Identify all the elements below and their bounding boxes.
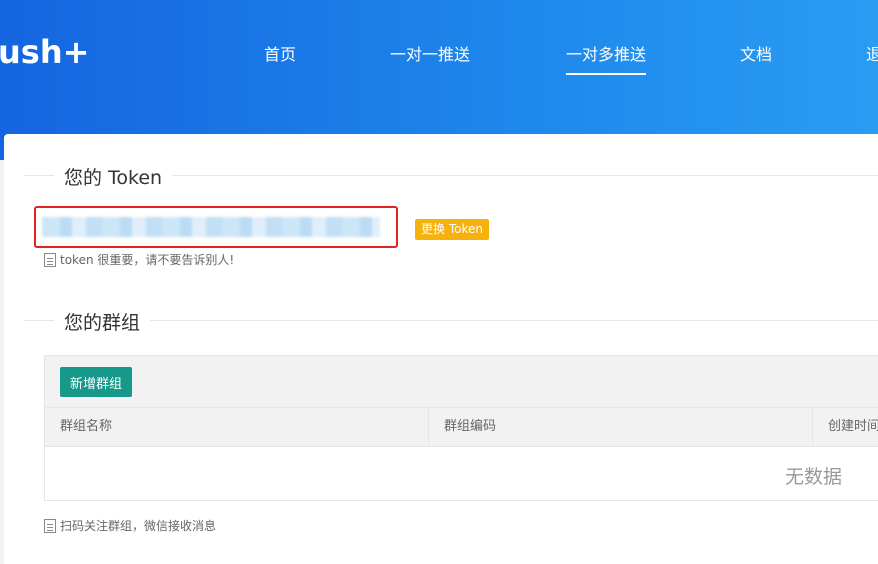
token-section-title: 您的 Token xyxy=(54,163,173,190)
nav-docs[interactable]: 文档 xyxy=(740,41,772,65)
table-empty-text: 无数据 xyxy=(785,466,843,488)
token-value-box[interactable] xyxy=(34,206,398,248)
token-value-blurred xyxy=(42,217,380,237)
column-group-name[interactable]: 群组名称 xyxy=(45,408,429,446)
change-token-button[interactable]: 更换 Token xyxy=(415,219,489,240)
table-toolbar: 新增群组 xyxy=(45,356,878,408)
group-table: 新增群组 群组名称 群组编码 创建时间 无数据 xyxy=(44,355,878,501)
token-hint: token 很重要，请不要告诉别人! xyxy=(44,251,234,268)
note-icon xyxy=(44,252,56,267)
group-section-title: 您的群组 xyxy=(54,308,151,335)
column-group-code[interactable]: 群组编码 xyxy=(429,408,813,446)
column-created-time[interactable]: 创建时间 xyxy=(813,408,878,446)
nav-logout[interactable]: 退 xyxy=(866,41,878,65)
group-section-divider: 您的群组 xyxy=(24,308,878,335)
table-header: 群组名称 群组编码 创建时间 xyxy=(45,408,878,447)
nav-home[interactable]: 首页 xyxy=(264,41,296,65)
main-card: 您的 Token 更换 Token token 很重要，请不要告诉别人! 您的群… xyxy=(4,134,878,564)
token-section-divider: 您的 Token xyxy=(24,163,878,190)
nav-one-to-many-push[interactable]: 一对多推送 xyxy=(566,41,647,75)
group-hint-text: 扫码关注群组，微信接收消息 xyxy=(60,519,217,533)
add-group-button[interactable]: 新增群组 xyxy=(60,367,133,397)
app-logo[interactable]: ush+ xyxy=(0,33,89,71)
nav-one-to-one-push[interactable]: 一对一推送 xyxy=(390,41,470,65)
note-icon xyxy=(44,518,56,533)
token-hint-text: token 很重要，请不要告诉别人! xyxy=(60,253,235,267)
group-hint: 扫码关注群组，微信接收消息 xyxy=(44,517,216,534)
